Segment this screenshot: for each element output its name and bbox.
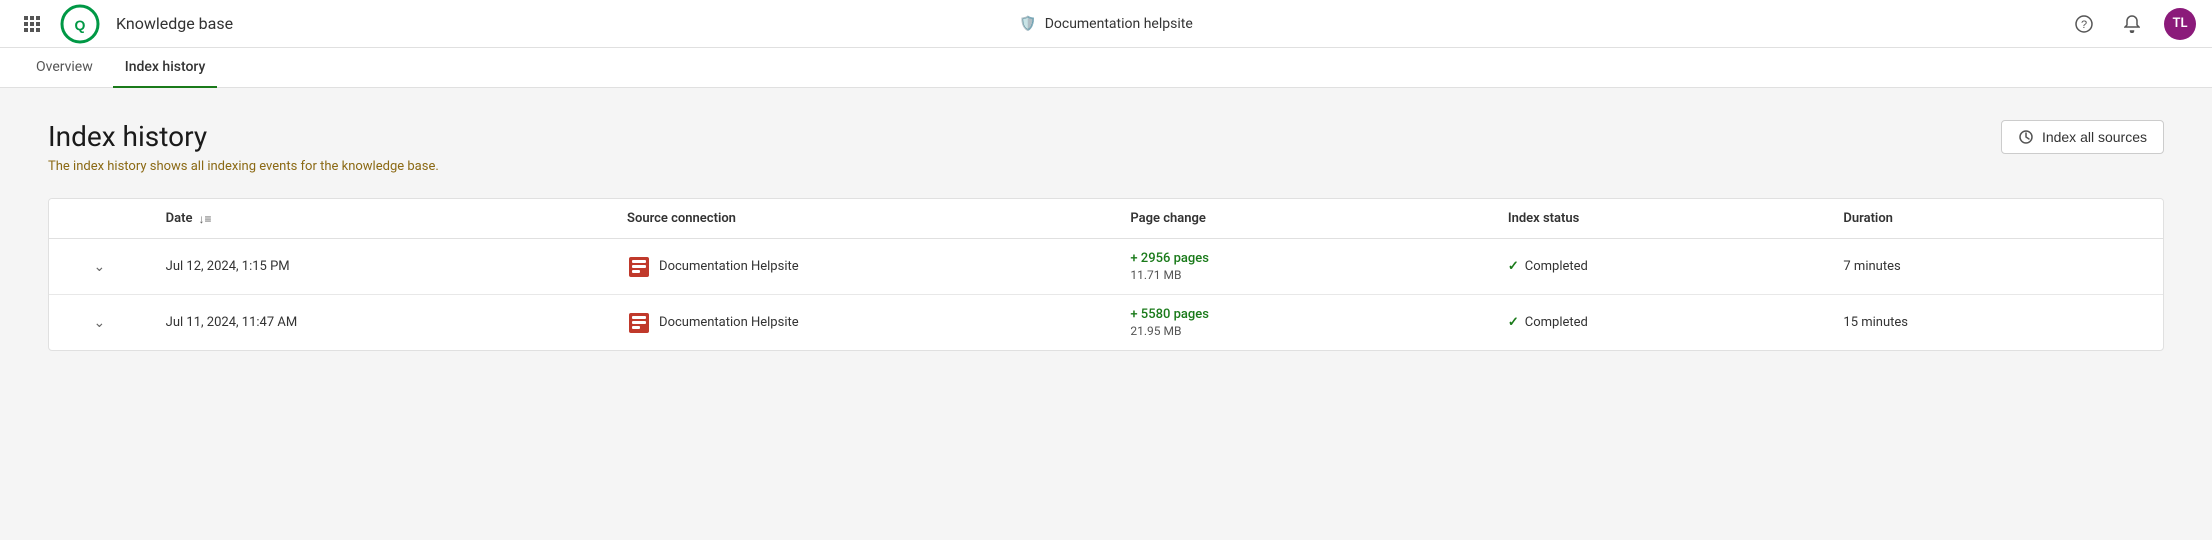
page-title: Index history [48,120,439,153]
page-header: Index history The index history shows al… [48,120,2164,174]
col-header-duration: Duration [1827,199,2163,239]
status-cell-2: ✓ Completed [1492,295,1828,351]
table-header-row: Date ↓≡ Source connection Page change In… [49,199,2163,239]
page-change-cell-1: + 2956 pages 11.71 MB [1114,239,1492,295]
source-icon-1 [627,255,651,279]
index-history-table: Date ↓≡ Source connection Page change In… [49,199,2163,350]
navbar: Q Knowledge base 🛡️ Documentation helpsi… [0,0,2212,48]
index-icon [2018,129,2034,145]
status-badge-1: ✓ Completed [1508,259,1812,274]
notifications-icon[interactable] [2116,8,2148,40]
col-header-expand [49,199,150,239]
col-date-label: Date [166,211,193,226]
nav-right-actions: ? TL [2068,8,2196,40]
source-icon-2 [627,311,651,335]
check-icon-1: ✓ [1508,259,1519,274]
app-title: Knowledge base [116,14,233,33]
svg-text:Q: Q [75,17,86,33]
help-icon[interactable]: ? [2068,8,2100,40]
sort-icon: ↓≡ [198,212,211,226]
helpsite-icon: 🛡️ [1019,16,1036,32]
expand-cell-2: ⌄ [49,295,150,351]
page-subtitle: The index history shows all indexing eve… [48,159,439,174]
subnav-item-overview[interactable]: Overview [24,48,105,88]
status-label-1: Completed [1525,259,1588,274]
date-cell-1: Jul 12, 2024, 1:15 PM [150,239,611,295]
source-cell-2: Documentation Helpsite [611,295,1114,351]
svg-text:?: ? [2081,19,2087,31]
source-badge-1: Documentation Helpsite [627,255,1098,279]
qlik-logo: Q [60,4,100,44]
index-all-sources-button[interactable]: Index all sources [2001,120,2164,154]
grid-menu-icon[interactable] [16,8,48,40]
col-header-pagechange: Page change [1114,199,1492,239]
status-cell-1: ✓ Completed [1492,239,1828,295]
duration-cell-2: 15 minutes [1827,295,2163,351]
col-header-date[interactable]: Date ↓≡ [150,199,611,239]
expand-cell-1: ⌄ [49,239,150,295]
index-all-label: Index all sources [2042,129,2147,145]
source-name-2: Documentation Helpsite [659,315,799,330]
index-history-table-container: Date ↓≡ Source connection Page change In… [48,198,2164,351]
status-badge-2: ✓ Completed [1508,315,1812,330]
check-icon-2: ✓ [1508,315,1519,330]
helpsite-label: Documentation helpsite [1045,16,1193,32]
user-avatar[interactable]: TL [2164,8,2196,40]
nav-center-section: 🛡️ Documentation helpsite [1019,16,1193,32]
page-change-size-2: 21.95 MB [1130,324,1476,338]
date-cell-2: Jul 11, 2024, 11:47 AM [150,295,611,351]
table-row: ⌄ Jul 12, 2024, 1:15 PM [49,239,2163,295]
page-change-size-1: 11.71 MB [1130,268,1476,282]
duration-cell-1: 7 minutes [1827,239,2163,295]
page-change-cell-2: + 5580 pages 21.95 MB [1114,295,1492,351]
source-cell-1: Documentation Helpsite [611,239,1114,295]
expand-button-2[interactable]: ⌄ [93,314,105,331]
page-change-count-2: + 5580 pages [1130,307,1476,322]
source-name-1: Documentation Helpsite [659,259,799,274]
source-badge-2: Documentation Helpsite [627,311,1098,335]
col-header-source: Source connection [611,199,1114,239]
subnav-item-index-history[interactable]: Index history [113,48,218,88]
expand-button-1[interactable]: ⌄ [93,258,105,275]
status-label-2: Completed [1525,315,1588,330]
subnav: Overview Index history [0,48,2212,88]
main-content: Index history The index history shows al… [0,88,2212,540]
page-change-count-1: + 2956 pages [1130,251,1476,266]
col-header-status: Index status [1492,199,1828,239]
table-row: ⌄ Jul 11, 2024, 11:47 AM [49,295,2163,351]
page-title-section: Index history The index history shows al… [48,120,439,174]
